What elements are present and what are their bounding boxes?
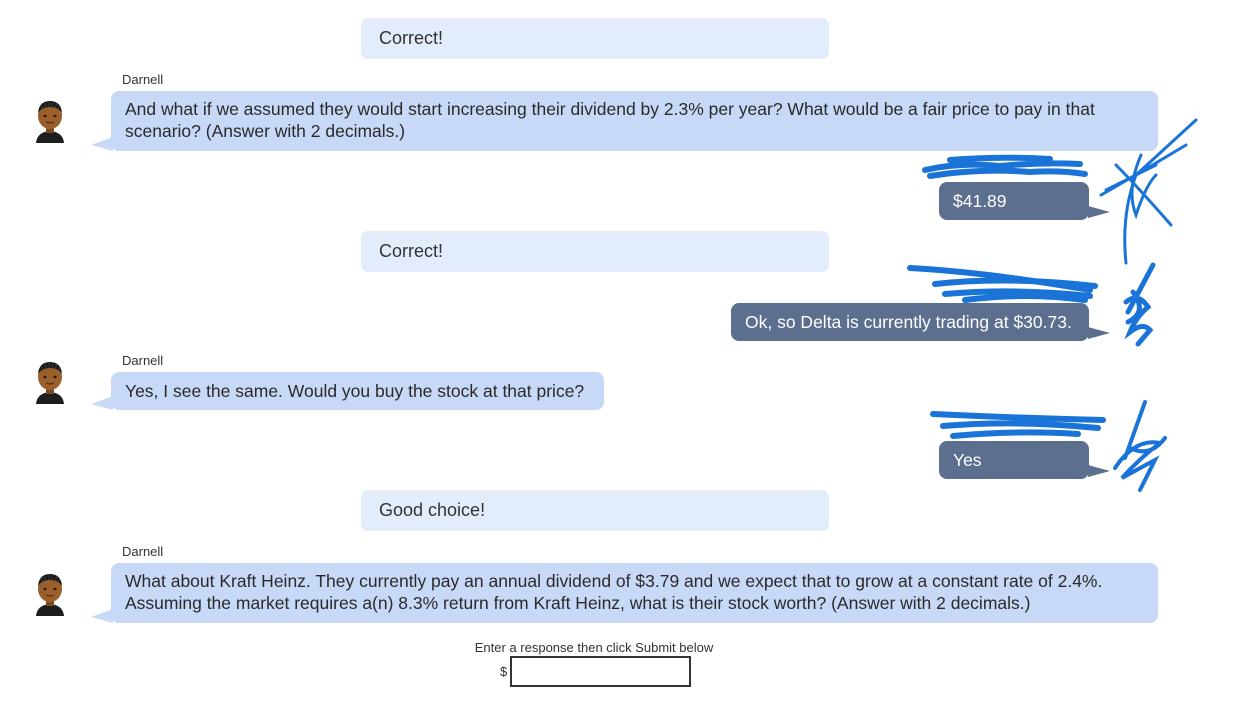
chat-window: Correct! Darnell And what if we assumed … [0, 0, 1250, 706]
user-message: $41.89 [939, 182, 1089, 220]
person-avatar-icon [36, 362, 64, 404]
user-message: Ok, so Delta is currently trading at $30… [731, 303, 1089, 341]
person-avatar-icon [36, 101, 64, 143]
redaction-scribble [1123, 262, 1156, 347]
bubble-tail [1088, 465, 1110, 477]
bot-message: What about Kraft Heinz. They currently p… [111, 563, 1158, 623]
speaker-name: Darnell [122, 353, 164, 368]
redaction-scribble [1113, 400, 1167, 492]
response-prompt: Enter a response then click Submit below [474, 640, 714, 655]
redaction-scribble [1099, 118, 1198, 265]
bot-message: And what if we assumed they would start … [111, 91, 1158, 151]
person-avatar-icon [36, 574, 64, 616]
feedback-message: Correct! [361, 18, 829, 59]
redaction-scribble [907, 265, 1098, 303]
speaker-name: Darnell [122, 544, 164, 559]
bubble-tail [1088, 327, 1110, 339]
currency-symbol: $ [500, 664, 508, 679]
feedback-message: Good choice! [361, 490, 829, 531]
feedback-message: Correct! [361, 231, 829, 272]
redaction-scribble [930, 411, 1106, 439]
bubble-tail [91, 396, 113, 410]
user-message: Yes [939, 441, 1089, 479]
bubble-tail [91, 137, 113, 151]
bubble-tail [91, 609, 113, 623]
answer-input[interactable] [510, 656, 691, 687]
speaker-name: Darnell [122, 72, 164, 87]
bot-message: Yes, I see the same. Would you buy the s… [111, 372, 604, 410]
